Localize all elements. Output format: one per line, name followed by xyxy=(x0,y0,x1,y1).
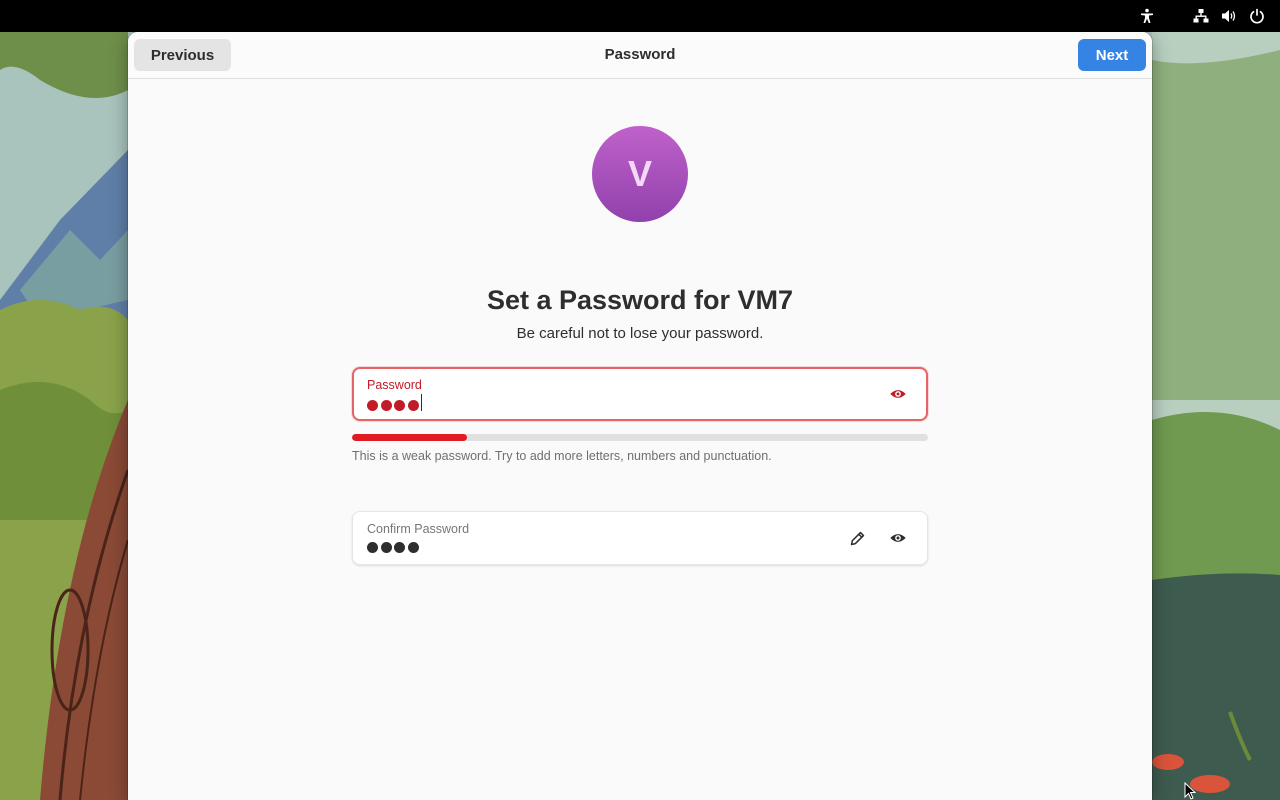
password-dot xyxy=(367,400,378,411)
password-strength-bar xyxy=(352,434,928,441)
avatar-initial: V xyxy=(627,153,652,194)
confirm-password-field[interactable]: Confirm Password xyxy=(352,511,928,565)
confirm-password-dot xyxy=(394,541,405,553)
system-top-bar xyxy=(0,0,1280,32)
password-field-value[interactable] xyxy=(367,394,422,415)
next-button[interactable]: Next xyxy=(1078,39,1146,71)
avatar: V xyxy=(592,126,688,222)
confirm-password-dot xyxy=(380,541,392,553)
previous-button[interactable]: Previous xyxy=(134,39,231,71)
password-dot xyxy=(407,400,419,411)
password-dot xyxy=(394,400,405,411)
system-tray xyxy=(1138,0,1266,32)
password-field-label: Password xyxy=(367,378,422,392)
masked-password-dots xyxy=(367,397,421,415)
pencil-icon[interactable] xyxy=(847,528,867,548)
eye-icon[interactable] xyxy=(888,528,908,548)
window-title: Password xyxy=(604,46,676,63)
confirm-password-field-label: Confirm Password xyxy=(367,522,470,536)
page-title: Set a Password for VM7 xyxy=(486,285,794,315)
network-icon[interactable] xyxy=(1192,7,1210,25)
header-bar: Previous Password Next xyxy=(128,32,1152,79)
password-field[interactable]: Password xyxy=(352,367,928,421)
setup-window: Previous Password Next V Set a Password … xyxy=(128,32,1152,800)
page-content: V Set a Password for VM7 Be careful not … xyxy=(128,79,1152,800)
volume-icon[interactable] xyxy=(1220,7,1238,25)
confirm-password-dot xyxy=(367,541,378,553)
password-strength-fill xyxy=(352,434,468,441)
password-strength-hint: This is a weak password. Try to add more… xyxy=(352,449,772,463)
password-dot xyxy=(380,400,392,411)
confirm-password-dot xyxy=(407,541,419,553)
power-icon[interactable] xyxy=(1248,7,1266,25)
confirm-password-field-value[interactable] xyxy=(367,538,421,557)
masked-confirm-dots xyxy=(367,538,421,556)
mouse-pointer-icon xyxy=(1184,782,1196,800)
eye-icon[interactable] xyxy=(888,384,908,404)
text-caret xyxy=(421,394,422,411)
accessibility-icon[interactable] xyxy=(1138,7,1156,25)
page-subtitle: Be careful not to lose your password. xyxy=(516,325,764,342)
